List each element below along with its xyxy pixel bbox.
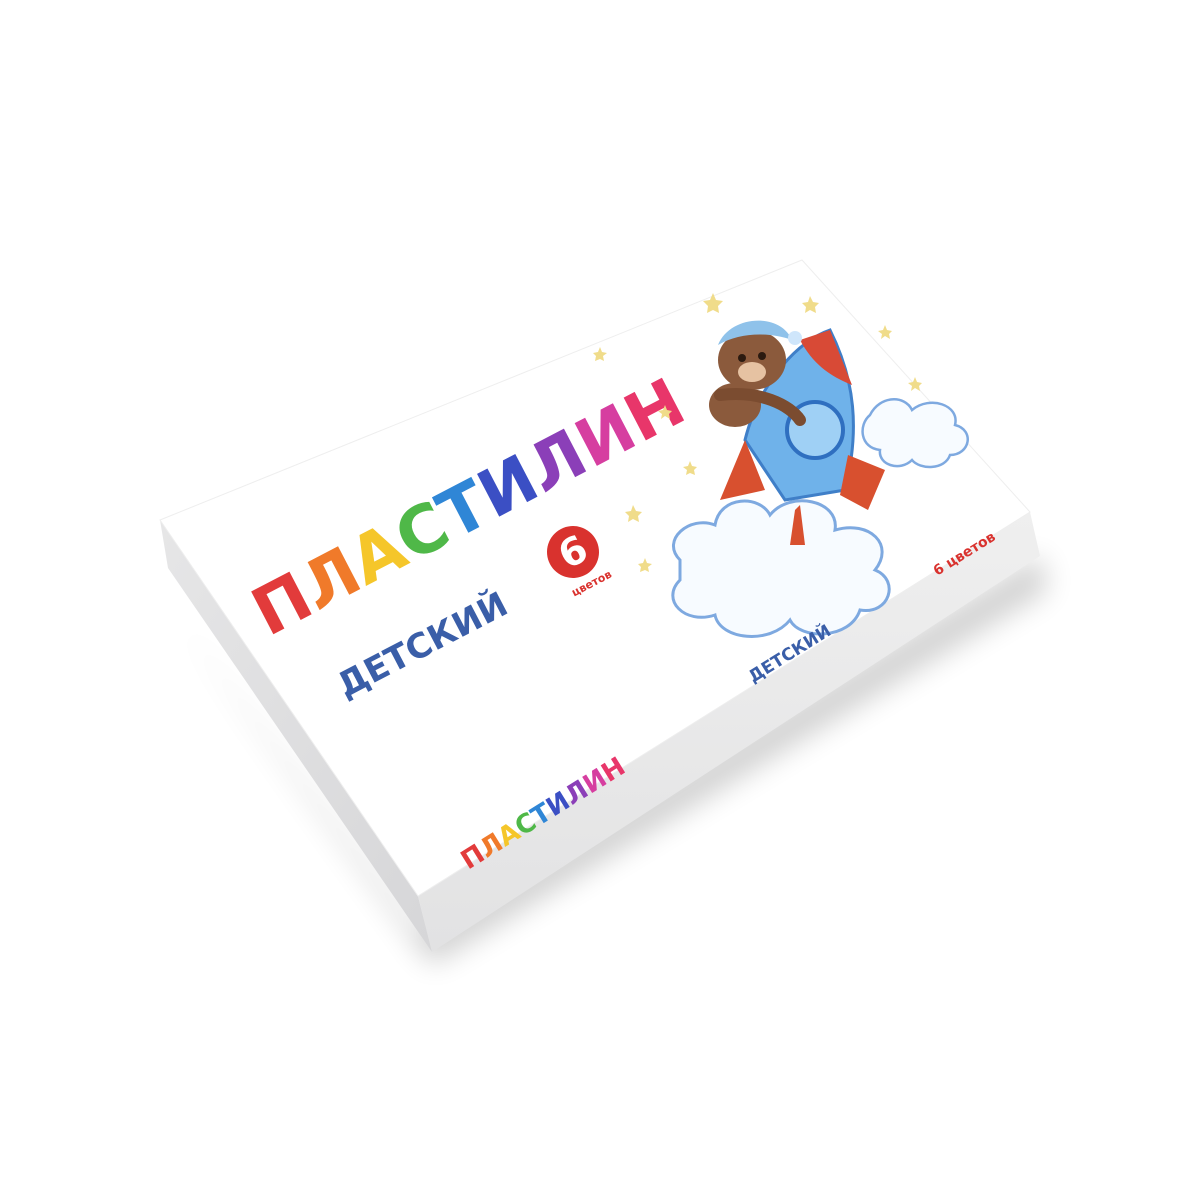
plasticine-box: ПЛАСТИЛИН ДЕТСКИЙ 6 цветов ПЛАСТИЛИН ДЕТ… [159,259,1048,965]
bear-muzzle [738,362,766,382]
product-photo: ПЛАСТИЛИН ДЕТСКИЙ 6 цветов ПЛАСТИЛИН ДЕТ… [0,0,1200,1201]
